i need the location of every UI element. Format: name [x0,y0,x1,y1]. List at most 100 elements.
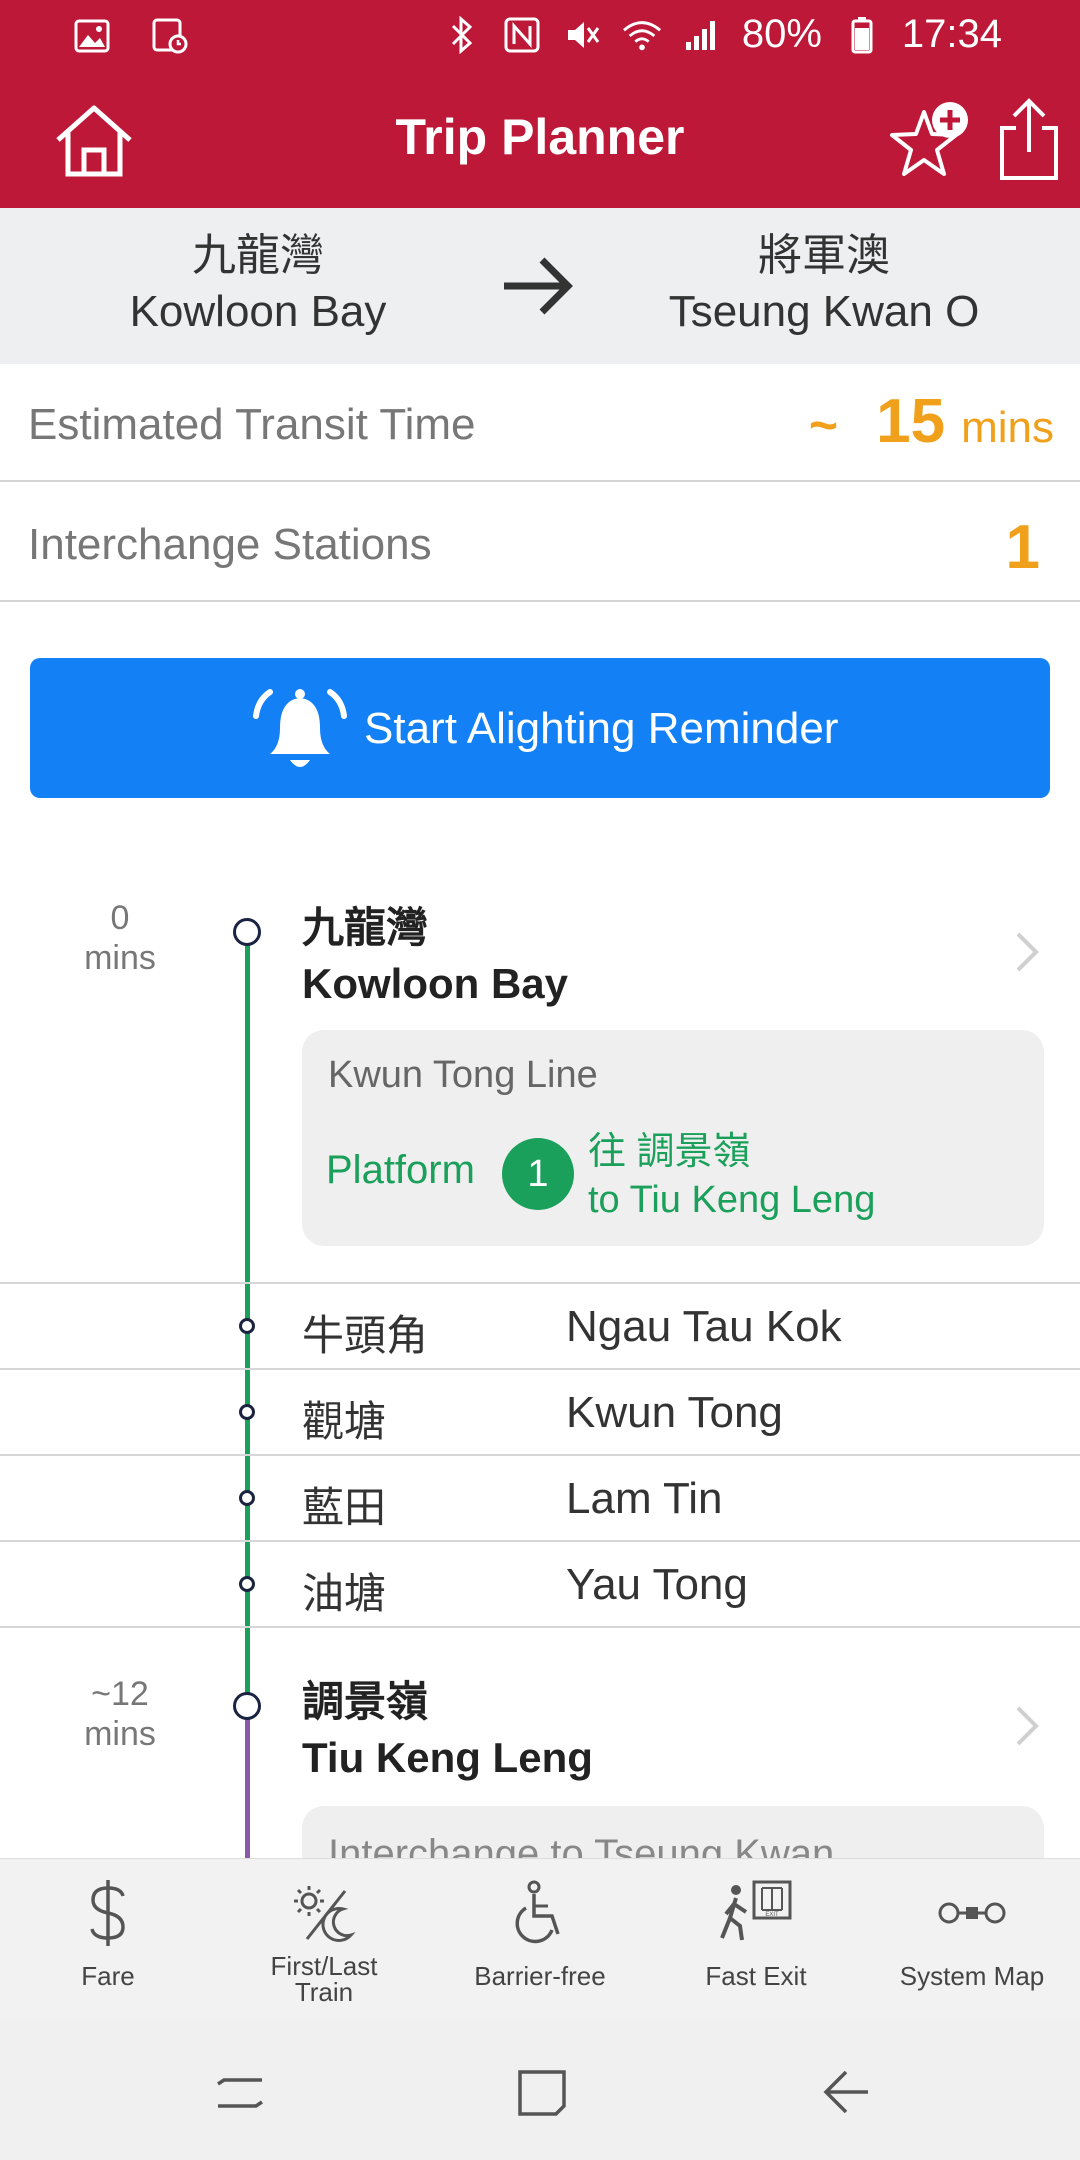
chevron-right-icon[interactable] [1012,930,1042,974]
stop-name-en: Yau Tong [566,1560,748,1609]
destination-station: 將軍澳 Tseung Kwan O [622,228,1026,340]
sun-moon-icon [274,1873,374,1953]
interchange-detail-zh: 調景嶺 [302,1678,429,1725]
interchange-elapsed: ~12 mins [60,1674,180,1754]
transit-time-number: 15 [876,387,946,456]
origin-elapsed: 0 mins [60,898,180,978]
platform-number-badge: 1 [502,1138,574,1210]
signal-icon [682,15,722,55]
barrier-free-button[interactable]: Barrier-free [432,1859,648,2019]
system-map-icon [922,1873,1022,1953]
screenshot-icon [150,16,190,56]
arrow-right-icon [504,257,573,315]
interchange-detail-en: Tiu Keng Leng [302,1734,593,1781]
add-favourite-button[interactable] [886,94,976,184]
origin-detail-zh: 九龍灣 [302,904,429,951]
interchange-card-text: Interchange to Tseung Kwan [328,1832,835,1858]
svg-text:EXIT: EXIT [765,1912,779,1918]
recent-apps-icon[interactable] [210,2062,270,2122]
stop-row: 牛頭角 Ngau Tau Kok [0,1282,1080,1368]
gallery-icon [72,16,112,56]
transit-time-tilde: ~ [808,397,839,453]
interchange-mins-value: ~12 [91,1675,149,1713]
stop-node [239,1404,255,1420]
system-navigation-bar [0,2018,1080,2160]
battery-percent: 80% [741,12,822,56]
stop-name-en: Kwun Tong [566,1388,783,1437]
first-last-label-line2: Train [294,1977,354,2007]
nfc-icon [502,15,542,55]
stop-name-en: Lam Tin [566,1474,723,1523]
fare-label: Fare [81,1961,135,1991]
line-name: Kwun Tong Line [328,1054,598,1096]
transit-time-value: ~ 15 mins [809,386,1054,457]
share-icon [1000,98,1058,180]
towards-en: to Tiu Keng Leng [588,1179,876,1221]
origin-mins-value: 0 [110,899,130,937]
bluetooth-icon [442,15,482,55]
share-button[interactable] [994,94,1064,184]
transit-time-unit: mins [961,403,1054,452]
stop-name-zh: 觀塘 [302,1398,387,1445]
fast-exit-button[interactable]: EXIT Fast Exit [648,1859,864,2019]
interchange-mins-unit: mins [84,1715,156,1753]
clock: 17:34 [901,12,1002,56]
interchange-row: Interchange Stations 1 [0,484,1080,602]
origin-detail-en: Kowloon Bay [302,960,569,1007]
stop-node [239,1576,255,1592]
dollar-icon [58,1873,158,1953]
wheelchair-icon [490,1873,590,1953]
fare-button[interactable]: Fare [0,1859,216,2019]
bell-icon [253,689,347,767]
status-bar: 80% 17:34 [0,0,1080,72]
stop-node [239,1318,255,1334]
route-header: 九龍灣 Kowloon Bay 將軍澳 Tseung Kwan O [0,208,1080,364]
stop-name-en: Ngau Tau Kok [566,1302,842,1351]
first-last-train-label: First/Last Train [216,1953,432,2005]
destination-name-en: Tseung Kwan O [668,287,980,336]
interchange-count: 1 [1005,513,1040,582]
stop-node [239,1490,255,1506]
interchange-card: Interchange to Tseung Kwan [302,1806,1044,1858]
origin-station-detail[interactable]: 九龍灣 Kowloon Bay [302,900,568,1012]
system-map-button[interactable]: System Map [864,1859,1080,2019]
stop-row: 油塘 Yau Tong [0,1540,1080,1628]
stop-row: 藍田 Lam Tin [0,1454,1080,1540]
platform-label: Platform [326,1148,475,1192]
fast-exit-label: Fast Exit [705,1961,807,1991]
interchange-label: Interchange Stations [28,520,432,569]
wifi-icon [622,15,662,55]
bottom-toolbar: Fare First/Last Train Barrier-free EXIT … [0,1858,1080,2018]
destination-name-zh: 將軍澳 [758,231,890,280]
star-plus-icon [890,102,968,176]
first-last-train-button[interactable]: First/Last Train [216,1859,432,2019]
stop-row: 觀塘 Kwun Tong [0,1368,1080,1454]
transit-time-label: Estimated Transit Time [28,400,476,449]
reminder-label: Start Alighting Reminder [364,704,839,753]
battery-icon [842,15,882,55]
origin-name-zh: 九龍灣 [192,231,324,280]
app-bar: Trip Planner [0,72,1080,208]
origin-node [233,918,261,946]
mute-icon [562,15,602,55]
origin-name-en: Kowloon Bay [129,287,387,336]
start-alighting-reminder-button[interactable]: Start Alighting Reminder [30,658,1050,798]
back-icon[interactable] [818,2062,878,2122]
line-info-card: Kwun Tong Line Platform 1 往 調景嶺 to Tiu K… [302,1030,1044,1246]
first-last-label-line1: First/Last [270,1951,378,1981]
towards-destination: 往 調景嶺 to Tiu Keng Leng [588,1128,875,1224]
chevron-right-icon[interactable] [1012,1704,1042,1748]
tseung-kwan-o-line-track [245,1714,250,1858]
stop-name-zh: 藍田 [302,1484,387,1531]
stop-name-zh: 油塘 [302,1570,387,1617]
barrier-free-label: Barrier-free [474,1961,606,1991]
towards-zh: 往 調景嶺 [588,1131,751,1173]
transit-time-row: Estimated Transit Time ~ 15 mins [0,364,1080,482]
interchange-station-detail[interactable]: 調景嶺 Tiu Keng Leng [302,1674,593,1786]
origin-station: 九龍灣 Kowloon Bay [60,228,456,340]
origin-mins-unit: mins [84,939,156,977]
stop-name-zh: 牛頭角 [302,1312,429,1359]
journey-timeline: 0 mins 九龍灣 Kowloon Bay Kwun Tong Line Pl… [0,858,1080,1858]
home-nav-icon[interactable] [512,2062,572,2122]
system-map-label: System Map [899,1961,1045,1991]
